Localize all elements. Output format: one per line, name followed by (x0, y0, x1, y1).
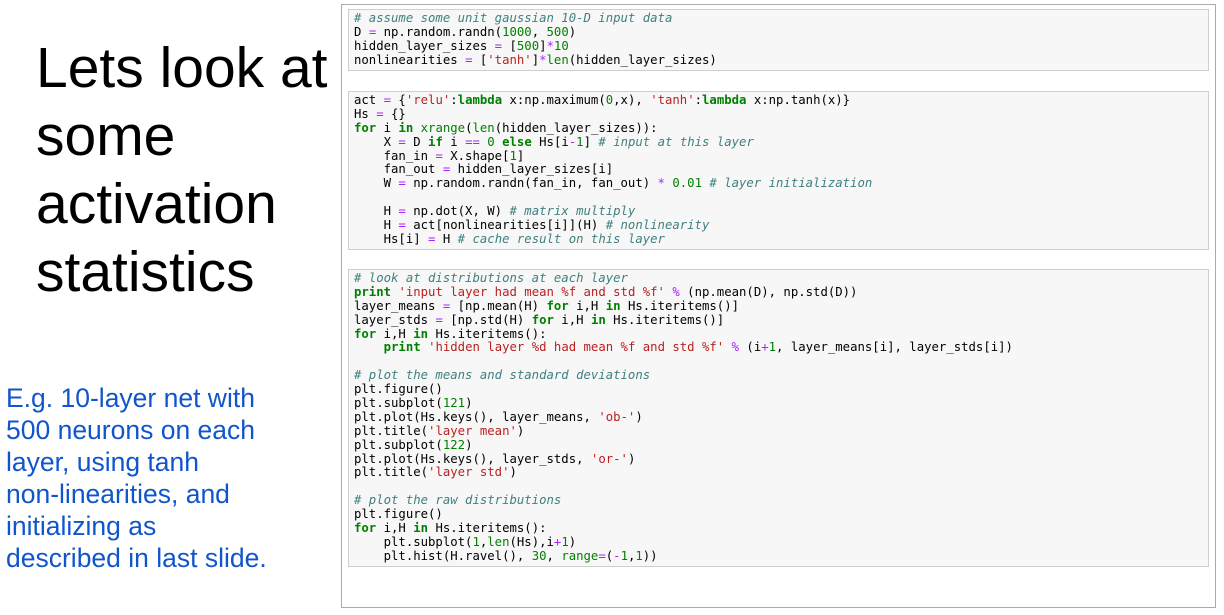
code-line: X = D if i == 0 else Hs[i-1] # input at … (354, 134, 754, 149)
code-line: plt.hist(H.ravel(), 30, range=(-1,1)) (354, 548, 658, 563)
code-cell-plotting[interactable]: # look at distributions at each layer pri… (348, 269, 1209, 567)
code-line: plt.subplot(1,len(Hs),i+1) (354, 534, 577, 549)
code-line: fan_in = X.shape[1] (354, 148, 525, 163)
code-line: # look at distributions at each layer (354, 271, 628, 285)
code-line: # assume some unit gaussian 10-D input d… (354, 11, 673, 25)
code-line: for i,H in Hs.iteritems(): (354, 326, 547, 341)
slide-title-line: statistics (36, 240, 255, 304)
code-line: layer_means = [np.mean(H) for i,H in Hs.… (354, 298, 740, 313)
caption-line: non-linearities, and (6, 479, 230, 509)
code-line: layer_stds = [np.std(H) for i,H in Hs.it… (354, 312, 725, 327)
code-line: H = act[nonlinearities[i]](H) # nonlinea… (354, 218, 710, 233)
caption-line: E.g. 10-layer net with (6, 383, 255, 413)
caption-line: initializing as (6, 511, 157, 541)
code-block: # assume some unit gaussian 10-D input d… (349, 10, 1208, 70)
code-line: for i in xrange(len(hidden_layer_sizes))… (354, 120, 658, 135)
code-line: print 'hidden layer %d had mean %f and s… (383, 340, 1013, 355)
code-line: print 'input layer had mean %f and std %… (354, 284, 858, 299)
code-line: plt.subplot(122) (354, 437, 473, 452)
code-line: plt.plot(Hs.keys(), layer_means, 'ob-') (354, 409, 643, 424)
code-line: plt.subplot(121) (354, 396, 473, 411)
code-block: act = {'relu':lambda x:np.maximum(0,x), … (349, 92, 1208, 249)
code-line: fan_out = hidden_layer_sizes[i] (354, 162, 614, 177)
code-line: plt.title('layer mean') (354, 423, 525, 438)
code-line: H = np.dot(X, W) # matrix multiply (354, 204, 636, 219)
code-line: hidden_layer_sizes = [500]*10 (354, 38, 569, 53)
slide-title-line: Lets look at (36, 36, 328, 100)
code-line: Hs[i] = H # cache result on this layer (354, 231, 665, 246)
slide-title-line: activation (36, 172, 277, 236)
code-line: # plot the raw distributions (354, 493, 562, 508)
code-line: # plot the means and standard deviations (354, 368, 651, 383)
caption-line: described in last slide. (6, 543, 267, 573)
caption-line: layer, using tanh (6, 447, 199, 477)
slide-title-line: some (36, 104, 176, 168)
code-line: Hs = {} (354, 106, 406, 121)
code-line: plt.title('layer std') (354, 465, 517, 480)
code-line: plt.plot(Hs.keys(), layer_stds, 'or-') (354, 451, 636, 466)
slide-title: Lets look at some activation statistics (36, 34, 328, 306)
code-cell-forward-pass[interactable]: act = {'relu':lambda x:np.maximum(0,x), … (348, 91, 1209, 250)
notebook-screenshot: # assume some unit gaussian 10-D input d… (341, 4, 1216, 608)
code-block: # look at distributions at each layer pri… (349, 270, 1208, 566)
code-line: D = np.random.randn(1000, 500) (354, 24, 577, 39)
code-line: W = np.random.randn(fan_in, fan_out) * 0… (354, 176, 873, 191)
code-line: plt.figure() (354, 382, 443, 397)
slide-caption: E.g. 10-layer net with 500 neurons on ea… (6, 382, 326, 574)
code-line: nonlinearities = ['tanh']*len(hidden_lay… (354, 52, 717, 67)
code-line: for i,H in Hs.iteritems(): (354, 521, 547, 536)
code-line: plt.figure() (354, 507, 443, 522)
caption-line: 500 neurons on each (6, 415, 256, 445)
code-line: act = {'relu':lambda x:np.maximum(0,x), … (354, 93, 851, 107)
code-cell-setup[interactable]: # assume some unit gaussian 10-D input d… (348, 9, 1209, 71)
